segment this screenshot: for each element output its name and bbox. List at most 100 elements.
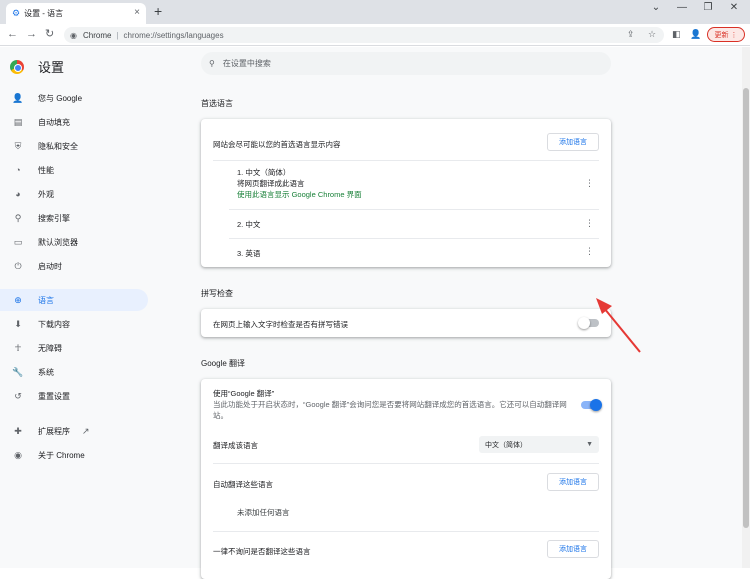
translate-toggle[interactable] (581, 399, 602, 411)
annotation-arrow (596, 298, 641, 353)
puzzle-icon: ✚ (14, 425, 22, 436)
minimize-button[interactable]: — (672, 2, 692, 14)
sidebar-item-label: 搜索引擎 (38, 213, 70, 223)
sidebar-item-label: 外观 (38, 189, 54, 199)
auto-translate-empty: 未添加任何语言 (237, 508, 290, 517)
sidebar-item-reset[interactable]: ↺ 重置设置 (0, 385, 148, 407)
preferred-languages-card: 网站会尽可能以您的首选语言显示内容 添加语言 1. 中文（简体） 将网页翻译成此… (201, 119, 611, 267)
divider (213, 160, 599, 161)
sidebar-item-power[interactable]: ⏻ 启动时 (0, 255, 148, 277)
reset-icon: ↺ (14, 390, 22, 401)
toggle-knob (590, 399, 602, 411)
new-tab-button[interactable]: + (154, 4, 162, 18)
search-placeholder: 在设置中搜索 (222, 59, 271, 68)
tab-title: 设置 - 语言 (24, 9, 64, 18)
language-item-3-more-icon[interactable]: ⋮ (585, 247, 594, 256)
page-title: 设置 (38, 60, 65, 75)
sidebar-item-label: 系统 (38, 367, 54, 377)
never-translate-add-button[interactable]: 添加语言 (547, 540, 599, 558)
divider (229, 209, 599, 210)
tab-close-icon[interactable]: × (134, 8, 140, 18)
sidebar-item-shield[interactable]: ⛨ 隐私和安全 (0, 135, 148, 157)
bookmark-star-icon[interactable]: ☆ (648, 29, 656, 40)
translate-target-label: 翻译成该语言 (213, 441, 258, 450)
scrollbar-thumb[interactable] (743, 88, 749, 528)
translate-use-title: 使用“Google 翻译” (213, 389, 275, 398)
chrome-site-icon: ◉ (70, 30, 77, 40)
sidebar-item-puzzle[interactable]: ✚ 扩展程序 ↗ (0, 420, 148, 442)
sidebar-item-label: 性能 (38, 165, 54, 175)
language-item-1-more-icon[interactable]: ⋮ (585, 179, 594, 188)
settings-search-input[interactable]: ⚲ 在设置中搜索 (201, 52, 611, 75)
site-name: Chrome (82, 30, 112, 40)
maximize-button[interactable]: ❐ (698, 2, 718, 14)
palette-icon: ◕ (15, 189, 21, 199)
auto-translate-add-button[interactable]: 添加语言 (547, 473, 599, 491)
tab-search-icon[interactable]: ⌄ (646, 2, 666, 14)
sidebar-item-globe[interactable]: ⊕ 语言 (0, 289, 148, 311)
tab-settings-languages[interactable]: ⚙ 设置 - 语言 × (6, 3, 146, 24)
sidebar-item-label: 自动填充 (38, 117, 70, 127)
accessibility-icon: ☥ (14, 342, 22, 353)
language-item-1-label: 1. 中文（简体） (237, 168, 291, 177)
settings-page: 设置 👤 您与 Google ▤ 自动填充 ⛨ 隐私和安全 ◔ 性能 ◕ 外观 ⚲ 搜索引擎 ▭ 默认浏览… (0, 47, 742, 579)
sidebar-item-search[interactable]: ⚲ 搜索引擎 (0, 207, 148, 229)
never-translate-label: 一律不询问是否翻译这些语言 (213, 547, 311, 556)
shield-icon: ⛨ (14, 140, 22, 151)
url-separator: | (116, 30, 119, 40)
section-title-spell-check: 拼写检查 (201, 289, 233, 298)
chrome-icon: ◉ (14, 449, 22, 460)
sidebar-item-browser[interactable]: ▭ 默认浏览器 (0, 231, 148, 253)
language-item-2-more-icon[interactable]: ⋮ (585, 219, 594, 228)
translate-target-select[interactable]: 中文（简体） ▼ (479, 436, 599, 453)
search-icon: ⚲ (209, 59, 215, 68)
external-link-icon: ↗ (82, 425, 90, 436)
add-language-button[interactable]: 添加语言 (547, 133, 599, 151)
tab-strip: ⚙ 设置 - 语言 × + ⌄ — ❐ ✕ (0, 0, 750, 24)
close-window-button[interactable]: ✕ (724, 2, 744, 14)
sidebar-item-label: 下载内容 (38, 319, 70, 329)
update-button[interactable]: 更新 ⋮ (707, 27, 745, 42)
divider (213, 531, 599, 532)
sidebar-item-accessibility[interactable]: ☥ 无障碍 (0, 337, 148, 359)
url-text: chrome://settings/languages (123, 30, 224, 40)
sidebar-item-speedometer[interactable]: ◔ 性能 (0, 159, 148, 181)
sidebar-item-person[interactable]: 👤 您与 Google (0, 87, 148, 109)
google-translate-card: 使用“Google 翻译” 当此功能处于开启状态时，“Google 翻译”会询问… (201, 379, 611, 579)
language-item-1-translate-note: 将网页翻译成此语言 (237, 179, 305, 188)
language-item-3-label: 3. 英语 (237, 249, 261, 258)
annotation-arrow-line (603, 307, 641, 353)
spell-check-card: 在网页上输入文字时检查是否有拼写错误 (201, 309, 611, 337)
gear-icon: ⚙ (12, 8, 21, 18)
sidebar-item-chrome[interactable]: ◉ 关于 Chrome (0, 444, 148, 466)
profile-avatar-icon[interactable]: 👤 (690, 29, 701, 40)
annotation-arrow-head (596, 298, 612, 314)
sidebar-item-wrench[interactable]: 🔧 系统 (0, 361, 148, 383)
person-icon: 👤 (12, 92, 24, 103)
preferred-languages-description: 网站会尽可能以您的首选语言显示内容 (213, 140, 341, 149)
autofill-icon: ▤ (13, 116, 23, 127)
chrome-logo-icon (10, 59, 24, 74)
section-title-google-translate: Google 翻译 (201, 359, 246, 368)
select-value: 中文（简体） (485, 441, 527, 449)
sidebar-item-download[interactable]: ⬇ 下载内容 (0, 313, 148, 335)
update-label: 更新 (714, 31, 729, 39)
back-button[interactable]: ← (7, 28, 18, 41)
browser-icon: ▭ (13, 236, 23, 247)
forward-button[interactable]: → (26, 28, 37, 41)
share-icon[interactable]: ⇪ (627, 29, 635, 40)
side-panel-icon[interactable]: ◧ (672, 29, 681, 40)
sidebar-item-label: 您与 Google (38, 93, 83, 103)
sidebar-item-autofill[interactable]: ▤ 自动填充 (0, 111, 148, 133)
sidebar-item-label: 默认浏览器 (38, 237, 78, 247)
reload-button[interactable]: ↻ (45, 28, 54, 41)
language-item-1-ui-note: 使用此语言显示 Google Chrome 界面 (237, 190, 362, 199)
sidebar-item-palette[interactable]: ◕ 外观 (0, 183, 148, 205)
download-icon: ⬇ (14, 318, 22, 329)
sidebar-item-label: 关于 Chrome (38, 450, 85, 460)
browser-toolbar: ← → ↻ ◉ Chrome | chrome://settings/langu… (0, 24, 750, 46)
sidebar-item-label: 隐私和安全 (38, 141, 78, 151)
wrench-icon: 🔧 (12, 366, 24, 377)
address-bar[interactable]: ◉ Chrome | chrome://settings/languages (64, 27, 664, 43)
sidebar-item-label: 扩展程序 (38, 426, 70, 436)
